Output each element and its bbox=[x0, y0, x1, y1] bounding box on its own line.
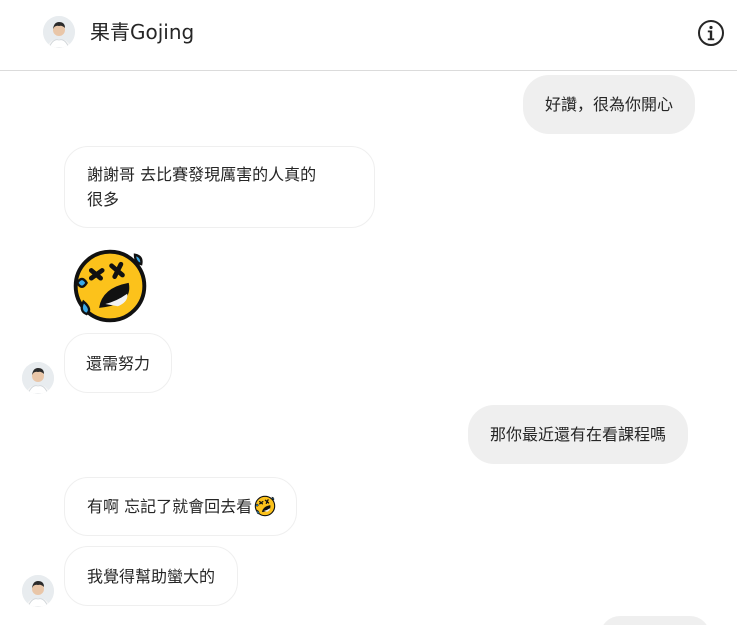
chat-header: 果青Gojing bbox=[0, 0, 737, 71]
message-text-line: 謝謝哥 去比賽發現厲害的人真的 bbox=[87, 165, 317, 184]
contact-avatar-small[interactable] bbox=[22, 575, 54, 607]
message-sent[interactable]: 好讚，很為你開心 bbox=[523, 75, 696, 134]
chat-window: 果青Gojing 好讚，很為你開心 謝謝哥 去比賽發現厲害的人真的 很多 還需努… bbox=[0, 0, 737, 625]
message-received[interactable]: 我覺得幫助蠻大的 bbox=[64, 546, 239, 606]
message-text-line: 很多 bbox=[87, 190, 120, 209]
message-received[interactable]: 還需努力 bbox=[64, 333, 173, 393]
contact-avatar-small[interactable] bbox=[22, 362, 54, 394]
profile-photo-icon bbox=[22, 362, 54, 394]
message-text: 好讚，很為你開心 bbox=[545, 95, 674, 114]
message-text: 還需努力 bbox=[86, 354, 151, 373]
message-text: 那你最近還有在看課程嗎 bbox=[490, 425, 667, 444]
profile-photo-icon bbox=[22, 575, 54, 607]
message-sent-partial[interactable] bbox=[600, 616, 710, 625]
rolling-on-floor-laughing-emoji-icon bbox=[254, 495, 276, 517]
info-circle-icon[interactable] bbox=[697, 19, 725, 47]
message-text: 我覺得幫助蠻大的 bbox=[87, 567, 216, 586]
message-received[interactable]: 有啊 忘記了就會回去看 bbox=[64, 477, 298, 536]
contact-avatar[interactable] bbox=[43, 16, 75, 48]
message-sent[interactable]: 那你最近還有在看課程嗎 bbox=[468, 405, 689, 464]
rolling-on-floor-laughing-emoji-icon[interactable] bbox=[71, 247, 149, 325]
message-text: 有啊 忘記了就會回去看 bbox=[87, 497, 253, 516]
profile-photo-icon bbox=[43, 16, 75, 48]
contact-name[interactable]: 果青Gojing bbox=[90, 19, 194, 45]
message-received[interactable]: 謝謝哥 去比賽發現厲害的人真的 很多 bbox=[64, 146, 375, 228]
